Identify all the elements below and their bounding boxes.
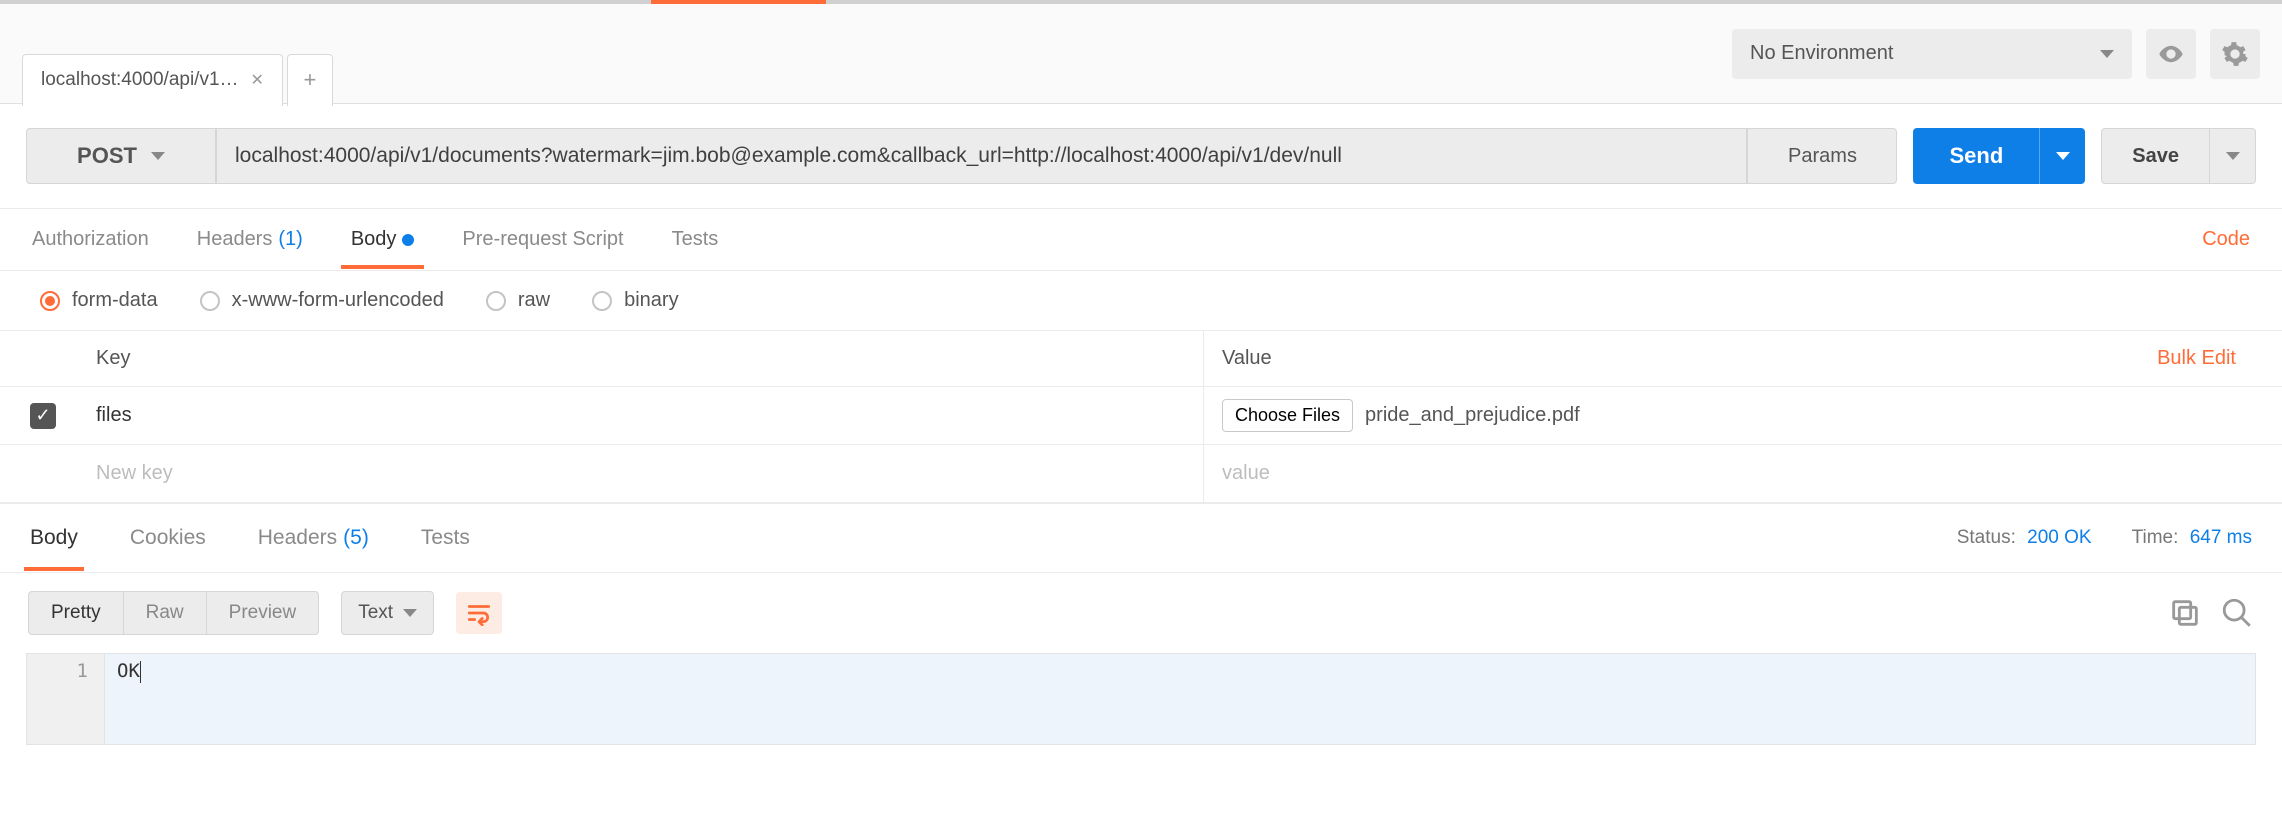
params-button[interactable]: Params (1747, 128, 1897, 184)
close-icon[interactable]: ✕ (251, 70, 264, 90)
unsaved-dot-icon (402, 234, 414, 246)
chevron-down-icon (2056, 152, 2070, 160)
tab-tests[interactable]: Tests (672, 228, 719, 251)
preview-environment-button[interactable] (2146, 29, 2196, 79)
top-accent (651, 0, 826, 4)
send-button[interactable]: Send (1913, 128, 2039, 184)
radio-binary[interactable]: binary (592, 289, 678, 312)
line-gutter: 1 (27, 654, 105, 744)
kv-value-header: Value (1222, 347, 1272, 370)
copy-icon (2168, 596, 2202, 630)
radio-icon (40, 291, 60, 311)
radio-form-data[interactable]: form-data (40, 289, 158, 312)
caret-icon (140, 661, 142, 683)
tab-authorization[interactable]: Authorization (32, 228, 149, 251)
radio-label: raw (518, 289, 550, 312)
response-view-select: Pretty Raw Preview (28, 591, 319, 635)
response-tabs: Body Cookies Headers (5) Tests Status: 2… (0, 503, 2282, 573)
chevron-down-icon (151, 152, 165, 160)
resp-tab-body[interactable]: Body (30, 526, 78, 550)
body-type-radios: form-data x-www-form-urlencoded raw bina… (0, 271, 2282, 331)
headers-count: (1) (278, 228, 302, 251)
view-raw[interactable]: Raw (123, 592, 206, 634)
tab-body-label: Body (351, 228, 397, 251)
request-line: POST Params Send Save (0, 104, 2282, 209)
code-link[interactable]: Code (2202, 228, 2250, 251)
request-tab-label: localhost:4000/api/v1… (41, 69, 239, 91)
value-input-new[interactable] (1222, 462, 2264, 485)
radio-label: binary (624, 289, 678, 312)
radio-icon (200, 291, 220, 311)
row-checkbox[interactable]: ✓ (30, 403, 56, 429)
save-dropdown-button[interactable] (2210, 128, 2256, 184)
line-wrap-button[interactable] (456, 592, 502, 634)
save-button[interactable]: Save (2101, 128, 2210, 184)
http-method-label: POST (77, 143, 137, 169)
view-preview[interactable]: Preview (206, 592, 319, 634)
resp-headers-count: (5) (343, 526, 369, 550)
wrap-icon (466, 600, 492, 626)
file-name: pride_and_prejudice.pdf (1365, 404, 1580, 427)
gear-icon (2221, 40, 2249, 68)
tab-prerequest[interactable]: Pre-request Script (462, 228, 623, 251)
copy-button[interactable] (2168, 596, 2202, 630)
chevron-down-icon (403, 609, 417, 617)
eye-icon (2157, 40, 2185, 68)
tab-body[interactable]: Body (351, 228, 415, 251)
resp-tab-cookies[interactable]: Cookies (130, 526, 206, 550)
table-row: ✓ Choose Files pride_and_prejudice.pdf (0, 387, 2282, 445)
http-method-select[interactable]: POST (26, 128, 216, 184)
radio-label: form-data (72, 289, 158, 312)
format-label: Text (358, 602, 393, 624)
request-tabs: Authorization Headers (1) Body Pre-reque… (0, 209, 2282, 271)
response-text[interactable]: OK (105, 654, 2255, 744)
kv-key-header: Key (86, 331, 1204, 386)
chevron-down-icon (2226, 152, 2240, 160)
radio-label: x-www-form-urlencoded (232, 289, 444, 312)
status-value: 200 OK (2027, 527, 2091, 548)
kv-header: Key Value Bulk Edit (0, 331, 2282, 387)
response-body: 1 OK (26, 653, 2256, 745)
chevron-down-icon (2100, 50, 2114, 58)
resp-tab-headers-label: Headers (258, 526, 337, 550)
resp-tab-tests[interactable]: Tests (421, 526, 470, 550)
search-icon (2220, 596, 2254, 630)
status-label: Status: 200 OK (1957, 527, 2092, 549)
view-pretty[interactable]: Pretty (29, 592, 123, 634)
response-format-select[interactable]: Text (341, 591, 434, 635)
request-tab[interactable]: localhost:4000/api/v1… ✕ (22, 54, 283, 106)
bulk-edit-link[interactable]: Bulk Edit (2157, 347, 2264, 370)
radio-icon (592, 291, 612, 311)
time-label: Time: 647 ms (2132, 527, 2252, 549)
url-input[interactable] (216, 128, 1747, 184)
key-input-new[interactable] (96, 462, 1193, 485)
search-button[interactable] (2220, 596, 2254, 630)
top-bar: localhost:4000/api/v1… ✕ + No Environmen… (0, 4, 2282, 104)
resp-tab-headers[interactable]: Headers (5) (258, 526, 369, 550)
add-tab-button[interactable]: + (287, 54, 333, 106)
settings-button[interactable] (2210, 29, 2260, 79)
environment-select[interactable]: No Environment (1732, 29, 2132, 79)
choose-files-button[interactable]: Choose Files (1222, 399, 1353, 432)
response-controls: Pretty Raw Preview Text (0, 573, 2282, 653)
environment-label: No Environment (1750, 42, 1893, 65)
table-row (0, 445, 2282, 503)
tab-headers-label: Headers (197, 228, 273, 251)
radio-icon (486, 291, 506, 311)
tab-headers[interactable]: Headers (1) (197, 228, 303, 251)
send-dropdown-button[interactable] (2039, 128, 2085, 184)
radio-urlencoded[interactable]: x-www-form-urlencoded (200, 289, 444, 312)
radio-raw[interactable]: raw (486, 289, 550, 312)
time-value: 647 ms (2190, 527, 2252, 548)
key-input[interactable] (96, 404, 1193, 427)
